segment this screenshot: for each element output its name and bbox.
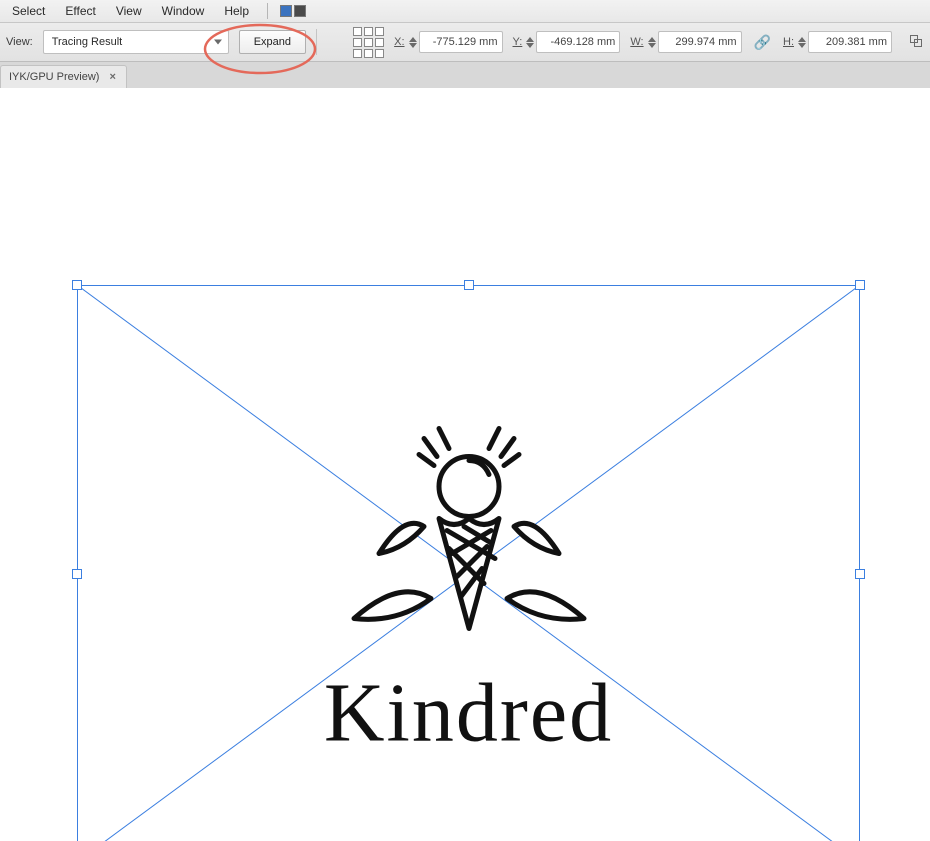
document-tab[interactable]: IYK/GPU Preview) ×: [0, 65, 127, 88]
view-label: View:: [6, 36, 33, 48]
handle-w[interactable]: [72, 569, 82, 579]
expand-button[interactable]: Expand: [239, 30, 306, 54]
handle-e[interactable]: [855, 569, 865, 579]
menu-help[interactable]: Help: [216, 2, 257, 20]
w-input[interactable]: 299.974 mm: [658, 31, 742, 53]
w-value: 299.974 mm: [675, 36, 736, 48]
y-spinner[interactable]: [526, 37, 534, 48]
x-coord-group: X: -775.129 mm: [394, 31, 502, 53]
handle-nw[interactable]: [72, 280, 82, 290]
y-value: -469.128 mm: [551, 36, 616, 48]
document-tabs: IYK/GPU Preview) ×: [0, 62, 930, 89]
constrain-proportions-icon[interactable]: 🔗: [752, 34, 773, 51]
h-value: 209.381 mm: [826, 36, 887, 48]
x-label: X:: [394, 36, 404, 48]
x-value: -775.129 mm: [433, 36, 498, 48]
reference-point-grid[interactable]: [353, 27, 384, 58]
control-separator: [316, 29, 317, 55]
w-label: W:: [630, 36, 643, 48]
h-coord-group: H: 209.381 mm: [783, 31, 892, 53]
shape-builder-icon[interactable]: [908, 33, 924, 52]
h-label: H:: [783, 36, 794, 48]
view-mode-value: Tracing Result: [52, 36, 123, 48]
expand-button-label: Expand: [254, 36, 291, 48]
menu-window[interactable]: Window: [154, 2, 213, 20]
workspace-switcher-icon[interactable]: [278, 5, 306, 17]
menu-view[interactable]: View: [108, 2, 150, 20]
y-label: Y:: [513, 36, 523, 48]
view-mode-select[interactable]: Tracing Result: [43, 30, 229, 54]
h-spinner[interactable]: [798, 37, 806, 48]
y-coord-group: Y: -469.128 mm: [513, 31, 621, 53]
y-input[interactable]: -469.128 mm: [536, 31, 620, 53]
h-input[interactable]: 209.381 mm: [808, 31, 892, 53]
handle-n[interactable]: [464, 280, 474, 290]
tab-close-icon[interactable]: ×: [109, 71, 115, 83]
menu-effect[interactable]: Effect: [57, 2, 103, 20]
control-bar: View: Tracing Result Expand X: -775.129 …: [0, 23, 930, 62]
selection-bounding-box[interactable]: Kindred: [77, 285, 860, 841]
w-spinner[interactable]: [648, 37, 656, 48]
menu-bar: Select Effect View Window Help: [0, 0, 930, 23]
x-spinner[interactable]: [409, 37, 417, 48]
menu-select[interactable]: Select: [4, 2, 53, 20]
menubar-divider: [267, 3, 268, 19]
canvas[interactable]: Kindred: [0, 88, 930, 841]
document-tab-label: IYK/GPU Preview): [9, 71, 99, 83]
selection-rect: [77, 285, 860, 841]
x-input[interactable]: -775.129 mm: [419, 31, 503, 53]
handle-ne[interactable]: [855, 280, 865, 290]
w-coord-group: W: 299.974 mm: [630, 31, 741, 53]
